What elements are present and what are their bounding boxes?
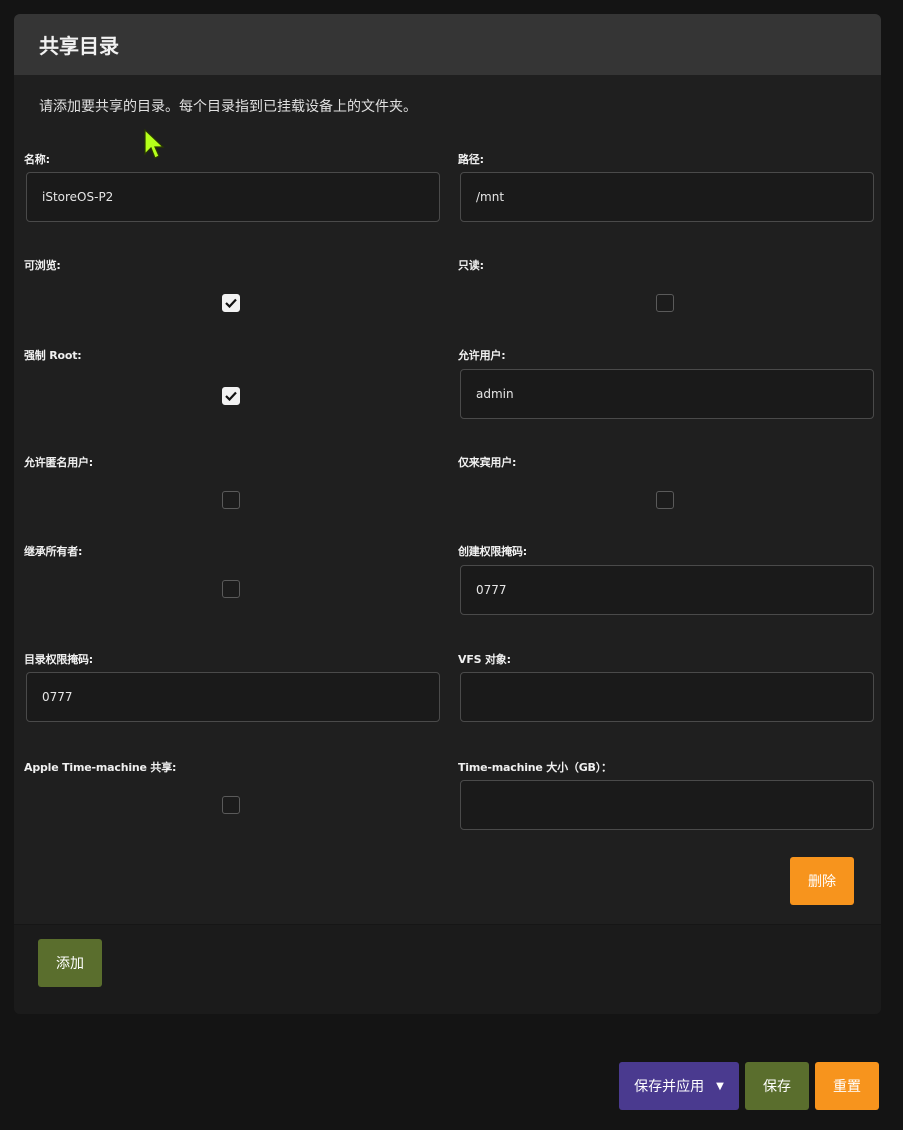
- caret-down-icon[interactable]: ▼: [716, 1081, 724, 1092]
- read-only-checkbox[interactable]: [656, 294, 674, 312]
- read-only-label: 只读:: [458, 259, 484, 272]
- share-entry-section: 名称: iStoreOS-P2 路径: /mnt 可浏览: 只读: 强制 Roo…: [14, 124, 881, 922]
- mouse-cursor-icon: [144, 128, 165, 159]
- inherit-owner-label: 继承所有者:: [24, 545, 83, 558]
- browseable-label: 可浏览:: [24, 259, 61, 272]
- path-input[interactable]: /mnt: [460, 172, 874, 222]
- shared-directories-panel: 共享目录 请添加要共享的目录。每个目录指到已挂载设备上的文件夹。 名称: iSt…: [14, 14, 881, 1014]
- add-bar: 添加: [14, 924, 881, 1014]
- reset-button[interactable]: 重置: [815, 1062, 879, 1110]
- save-apply-button[interactable]: 保存并应用 ▼: [619, 1062, 739, 1110]
- allowed-users-input[interactable]: admin: [460, 369, 874, 419]
- timemachine-size-label: Time-machine 大小（GB）：: [458, 761, 612, 774]
- guest-only-checkbox[interactable]: [656, 491, 674, 509]
- create-mask-label: 创建权限掩码:: [458, 545, 527, 558]
- allowed-users-label: 允许用户:: [458, 349, 506, 362]
- add-button[interactable]: 添加: [38, 939, 102, 987]
- delete-button[interactable]: 删除: [790, 857, 854, 905]
- save-apply-label: 保存并应用: [634, 1079, 705, 1095]
- name-label: 名称:: [24, 153, 50, 166]
- panel-description: 请添加要共享的目录。每个目录指到已挂载设备上的文件夹。: [39, 99, 417, 115]
- allow-guests-checkbox[interactable]: [222, 491, 240, 509]
- inherit-owner-checkbox[interactable]: [222, 580, 240, 598]
- panel-title: 共享目录: [39, 34, 119, 58]
- browseable-checkbox[interactable]: [222, 294, 240, 312]
- timemachine-label: Apple Time-machine 共享:: [24, 761, 177, 774]
- create-mask-input[interactable]: 0777: [460, 565, 874, 615]
- force-root-checkbox[interactable]: [222, 387, 240, 405]
- path-label: 路径:: [458, 153, 484, 166]
- check-icon: [225, 298, 237, 308]
- force-root-label: 强制 Root:: [24, 349, 82, 362]
- vfs-objects-input[interactable]: [460, 672, 874, 722]
- timemachine-size-input[interactable]: [460, 780, 874, 830]
- dir-mask-input[interactable]: 0777: [26, 672, 440, 722]
- guest-only-label: 仅来宾用户:: [458, 456, 517, 469]
- check-icon: [225, 391, 237, 401]
- name-input[interactable]: iStoreOS-P2: [26, 172, 440, 222]
- panel-header: 共享目录: [14, 14, 881, 75]
- vfs-objects-label: VFS 对象:: [458, 653, 511, 666]
- save-button[interactable]: 保存: [745, 1062, 809, 1110]
- timemachine-checkbox[interactable]: [222, 796, 240, 814]
- allow-guests-label: 允许匿名用户:: [24, 456, 93, 469]
- dir-mask-label: 目录权限掩码:: [24, 653, 93, 666]
